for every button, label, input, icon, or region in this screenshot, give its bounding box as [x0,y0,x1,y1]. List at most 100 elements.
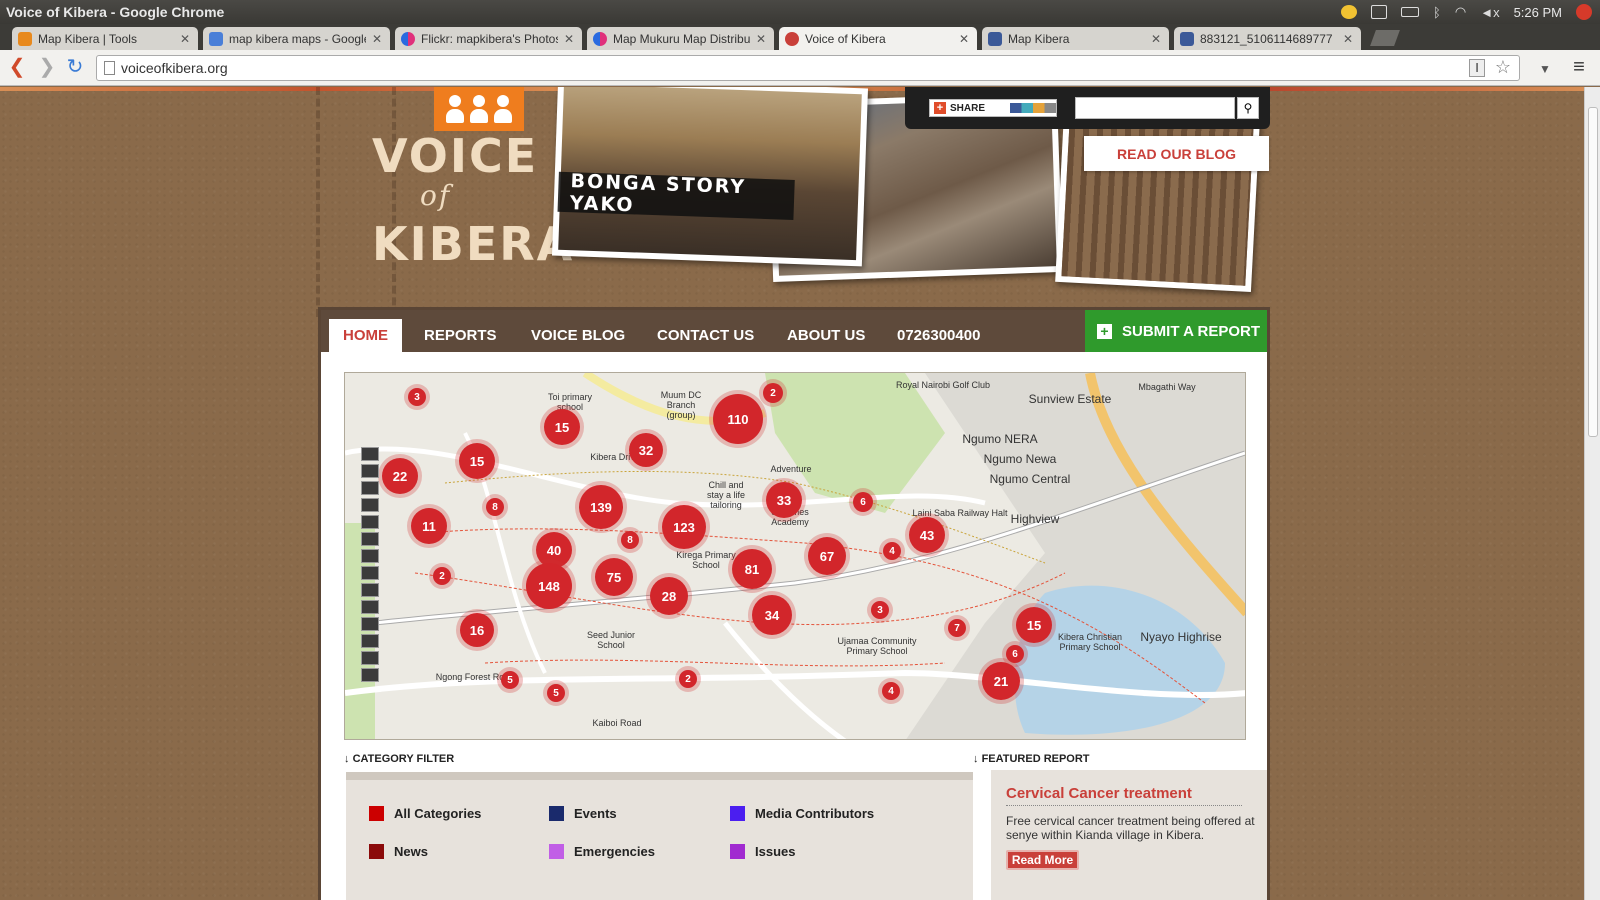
map-cluster-marker[interactable]: 43 [905,513,949,557]
map-cluster-marker[interactable]: 5 [543,680,569,706]
site-logo[interactable]: VOICE of KIBERA [372,87,572,287]
map-cluster-marker[interactable]: 4 [879,538,905,564]
mail-icon[interactable] [1371,5,1388,19]
map-cluster-marker[interactable]: 75 [591,554,637,600]
map-cluster-marker[interactable]: 139 [575,481,627,533]
forward-arrow-icon[interactable]: ❯ [36,57,58,77]
zoom-tick[interactable] [361,447,379,461]
back-arrow-icon[interactable]: ❮ [6,57,28,77]
map-cluster-marker[interactable]: 7 [944,615,970,641]
zoom-tick[interactable] [361,651,379,665]
map-cluster-marker[interactable]: 67 [804,533,850,579]
address-bar[interactable]: voiceofkibera.org I ☆ [96,55,1520,81]
zoom-tick[interactable] [361,668,379,682]
map-cluster-marker[interactable]: 16 [456,609,498,651]
map-cluster-marker[interactable]: 22 [378,454,422,498]
new-tab-button[interactable] [1370,30,1400,46]
close-tab-icon[interactable]: ✕ [1151,32,1161,46]
submit-report-button[interactable]: + SUBMIT A REPORT [1085,310,1267,352]
map-cluster-marker[interactable]: 2 [429,563,455,589]
close-tab-icon[interactable]: ✕ [959,32,969,46]
map-cluster-marker[interactable]: 3 [404,384,430,410]
map-cluster-marker[interactable]: 110 [709,390,767,448]
map-cluster-marker[interactable]: 8 [617,527,643,553]
nav-voice-blog[interactable]: VOICE BLOG [531,319,625,352]
zoom-slider[interactable] [359,447,381,687]
map-cluster-marker[interactable]: 148 [522,559,576,613]
clock[interactable]: 5:26 PM [1514,5,1562,20]
map-cluster-marker[interactable]: 11 [407,504,451,548]
map-cluster-marker[interactable]: 34 [748,591,796,639]
volume-icon[interactable]: ◄x [1480,5,1499,20]
bookmark-star-icon[interactable]: ☆ [1495,57,1511,78]
zoom-tick[interactable] [361,532,379,546]
scrollbar-thumb[interactable] [1588,107,1598,437]
reload-icon[interactable]: ↻ [64,57,86,77]
category-issues[interactable]: Issues [730,844,795,859]
read-more-button[interactable]: Read More [1006,850,1079,870]
nav-reports[interactable]: REPORTS [424,319,497,352]
instapaper-icon[interactable]: I [1469,59,1485,77]
category-media-contributors[interactable]: Media Contributors [730,806,874,821]
map-cluster-marker[interactable]: 81 [728,545,776,593]
map-cluster-marker[interactable]: 8 [482,494,508,520]
map-cluster-marker[interactable]: 21 [978,658,1024,704]
map-cluster-marker[interactable]: 3 [867,597,893,623]
tab-facebook-photo[interactable]: 883121_5106114689777 ✕ [1174,27,1361,50]
bluetooth-icon[interactable]: ᛒ [1433,5,1441,20]
map-cluster-marker[interactable]: 33 [762,478,806,522]
notification-icon[interactable] [1341,5,1358,19]
close-tab-icon[interactable]: ✕ [180,32,190,46]
category-emergencies[interactable]: Emergencies [549,844,655,859]
zoom-tick[interactable] [361,498,379,512]
tab-flickr[interactable]: Flickr: mapkibera's Photos ✕ [395,27,582,50]
zoom-tick[interactable] [361,515,379,529]
battery-icon[interactable] [1401,7,1420,17]
close-tab-icon[interactable]: ✕ [1343,32,1353,46]
zoom-tick[interactable] [361,464,379,478]
tab-map-kibera-tools[interactable]: Map Kibera | Tools ✕ [12,27,198,50]
map-cluster-marker[interactable]: 5 [497,667,523,693]
story-banner[interactable]: BONGA STORY YAKO [557,170,795,220]
reports-map[interactable]: Royal Nairobi Golf Club Sunview Estate Ngu… [344,372,1246,740]
zoom-tick[interactable] [361,583,379,597]
map-cluster-marker[interactable]: 2 [759,379,787,407]
read-our-blog-button[interactable]: READ OUR BLOG [1084,136,1269,171]
session-gear-icon[interactable] [1576,4,1592,20]
zoom-tick[interactable] [361,617,379,631]
close-tab-icon[interactable]: ✕ [564,32,574,46]
map-cluster-marker[interactable]: 123 [658,501,710,553]
nav-home[interactable]: HOME [329,319,402,352]
zoom-tick[interactable] [361,634,379,648]
map-cluster-marker[interactable]: 2 [675,666,701,692]
map-cluster-marker[interactable]: 4 [878,678,904,704]
category-all[interactable]: All Categories [369,806,481,821]
category-news[interactable]: News [369,844,428,859]
nav-contact-us[interactable]: CONTACT US [657,319,754,352]
zoom-tick[interactable] [361,566,379,580]
close-tab-icon[interactable]: ✕ [756,32,766,46]
share-button[interactable]: + SHARE [929,99,1057,117]
chevron-down-icon[interactable]: ▼ [1534,59,1556,79]
search-icon[interactable]: ⚲ [1237,97,1259,119]
tab-map-kibera-maps-google[interactable]: map kibera maps - Google ✕ [203,27,390,50]
nav-phone-number[interactable]: 0726300400 [897,319,980,352]
wifi-icon[interactable]: ◠ [1455,4,1466,20]
page-scrollbar[interactable] [1584,87,1600,900]
close-tab-icon[interactable]: ✕ [372,32,382,46]
map-cluster-marker[interactable]: 15 [1012,603,1056,647]
tab-map-mukuru[interactable]: Map Mukuru Map Distribu ✕ [587,27,774,50]
search-input[interactable] [1075,97,1235,119]
nav-about-us[interactable]: ABOUT US [787,319,865,352]
tab-map-kibera-facebook[interactable]: Map Kibera ✕ [982,27,1169,50]
zoom-tick[interactable] [361,600,379,614]
menu-icon[interactable]: ≡ [1568,57,1590,77]
tab-voice-of-kibera[interactable]: Voice of Kibera ✕ [779,27,977,51]
map-cluster-marker[interactable]: 6 [849,488,877,516]
zoom-tick[interactable] [361,481,379,495]
category-events[interactable]: Events [549,806,617,821]
map-cluster-marker[interactable]: 15 [455,439,499,483]
map-cluster-marker[interactable]: 28 [646,573,692,619]
featured-report-link[interactable]: Cervical Cancer treatment [1006,785,1242,806]
map-cluster-marker[interactable]: 32 [625,429,667,471]
